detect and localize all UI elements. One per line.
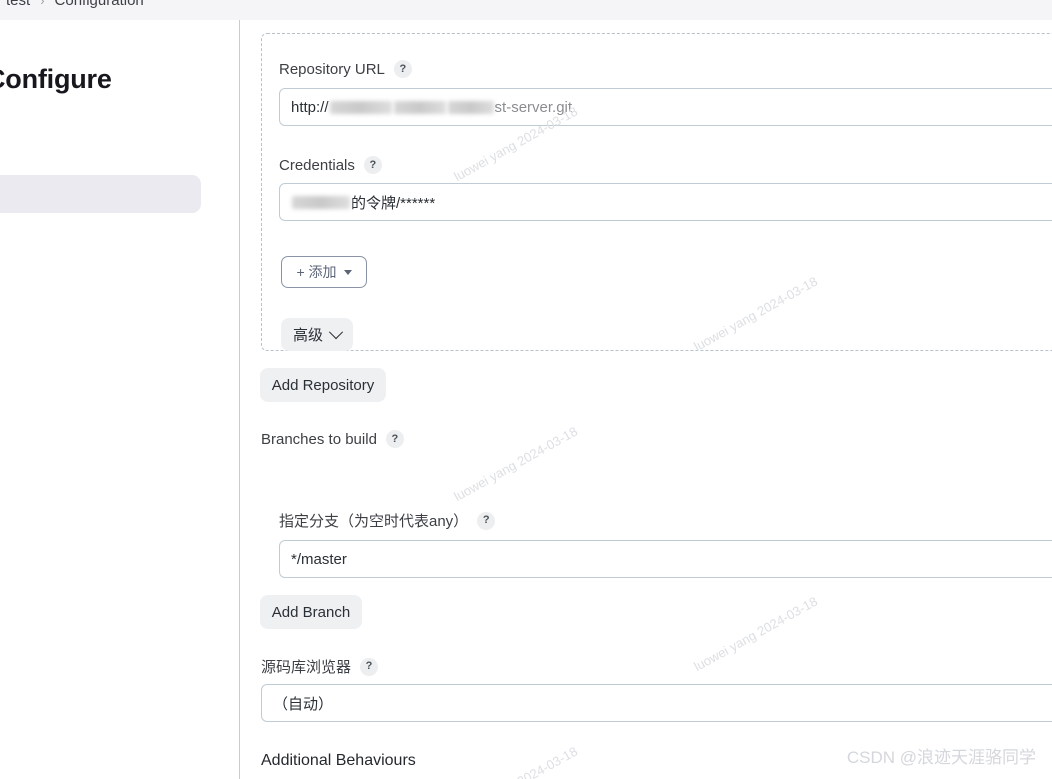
redaction-block <box>447 100 494 114</box>
help-icon[interactable]: ? <box>363 156 382 174</box>
help-icon[interactable]: ? <box>477 511 496 530</box>
breadcrumb: test › Configuration <box>6 0 144 9</box>
configuration-form: Repository URL ? http:// st-server.git C… <box>240 20 1052 779</box>
add-branch-button[interactable]: Add Branch <box>260 595 362 629</box>
credentials-label-text: Credentials <box>279 156 355 174</box>
add-repository-button[interactable]: Add Repository <box>260 368 386 402</box>
breadcrumb-item-configuration[interactable]: Configuration <box>55 0 144 9</box>
repository-browser-value: （自动） <box>273 695 334 713</box>
branch-specifier-label-text: 指定分支（为空时代表any） <box>279 513 469 530</box>
branch-specifier-value: */master <box>291 550 347 568</box>
help-icon[interactable]: ? <box>393 60 412 78</box>
branch-specifier-label: 指定分支（为空时代表any） ? <box>279 510 496 531</box>
add-credential-label: + 添加 <box>296 264 337 280</box>
add-repository-label: Add Repository <box>271 376 375 394</box>
repository-url-label: Repository URL ? <box>279 60 412 78</box>
help-icon[interactable]: ? <box>385 430 404 448</box>
credentials-value: 的令牌/****** <box>351 194 436 212</box>
redaction-block <box>393 100 446 114</box>
add-credential-button[interactable]: + 添加 <box>281 256 367 288</box>
repository-browser-select[interactable]: （自动） <box>261 684 1052 722</box>
watermark-diagonal: luowei yang 2024-03-18 <box>451 744 580 779</box>
watermark-diagonal: luowei yang 2024-03-18 <box>691 593 821 675</box>
repository-url-input[interactable]: http:// st-server.git <box>279 88 1052 126</box>
breadcrumb-item-job[interactable]: test <box>6 0 30 9</box>
repository-url-value-prefix: http:// <box>291 98 329 116</box>
breadcrumb-separator-icon: › <box>40 0 45 8</box>
sidebar: Configure <box>0 20 239 779</box>
add-branch-label: Add Branch <box>271 603 351 621</box>
additional-behaviours-heading: Additional Behaviours <box>261 752 416 769</box>
credentials-label: Credentials ? <box>279 156 382 174</box>
caret-down-icon <box>343 269 352 275</box>
advanced-toggle-button[interactable]: 高级 <box>281 318 353 351</box>
watermark-diagonal: luowei yang 2024-03-18 <box>451 423 581 505</box>
repository-browser-label-text: 源码库浏览器 <box>261 659 352 676</box>
branches-to-build-label-text: Branches to build <box>261 430 377 448</box>
breadcrumb-bar: test › Configuration <box>0 0 1052 20</box>
credentials-select[interactable]: 的令牌/****** <box>279 183 1052 221</box>
help-icon[interactable]: ? <box>360 657 379 676</box>
page-title: Configure <box>0 64 112 94</box>
repository-url-label-text: Repository URL <box>279 60 385 78</box>
redaction-block <box>292 195 350 209</box>
redaction-block <box>329 100 392 114</box>
chevron-down-icon <box>328 324 344 339</box>
advanced-label: 高级 <box>292 327 323 344</box>
branches-to-build-label: Branches to build ? <box>261 430 404 448</box>
sidebar-item-selected[interactable] <box>0 175 201 213</box>
repository-url-value-suffix: st-server.git <box>494 98 573 116</box>
branch-specifier-input[interactable]: */master <box>279 540 1052 578</box>
repository-browser-label: 源码库浏览器 ? <box>261 656 379 677</box>
